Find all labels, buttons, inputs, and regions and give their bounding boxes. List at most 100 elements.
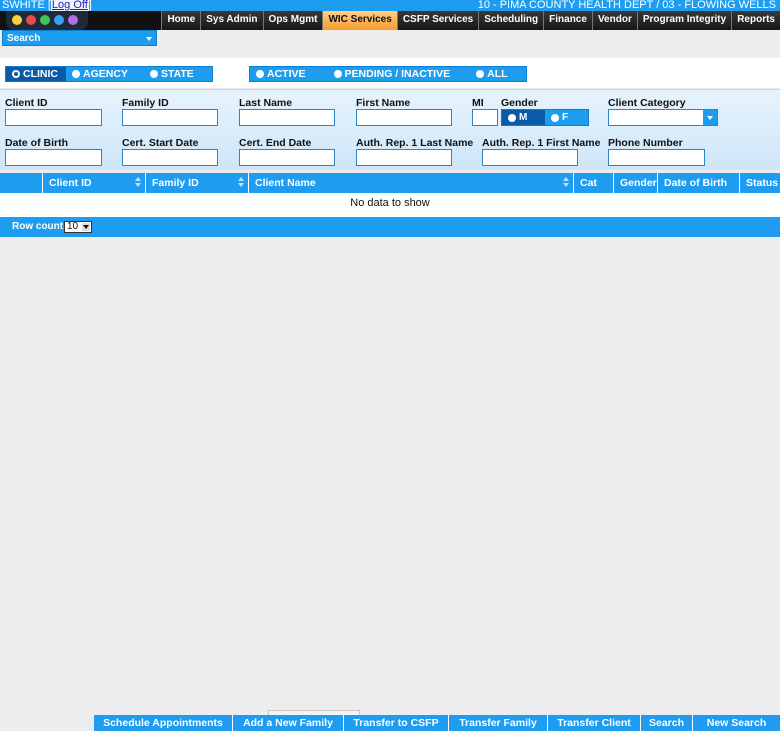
scope-clinic-radio[interactable]: CLINIC (6, 67, 66, 81)
logo-hand-icon (54, 15, 64, 25)
logo-hand-icon (40, 15, 50, 25)
mi-input[interactable] (472, 109, 498, 126)
column-client-id-label: Client ID (49, 177, 92, 189)
scope-agency-label: AGENCY (83, 68, 128, 80)
action-bar: Schedule Appointments Add a New Family T… (94, 715, 780, 731)
transfer-to-csfp-button[interactable]: Transfer to CSFP (344, 715, 449, 731)
nav-tab-csfp-services[interactable]: CSFP Services (396, 11, 479, 30)
mi-label: MI (472, 97, 484, 109)
logo-hand-icon (68, 15, 78, 25)
status-pending-radio[interactable]: PENDING / INACTIVE (328, 67, 471, 81)
radio-icon (508, 113, 516, 122)
row-count-label: Row count: (12, 221, 67, 232)
dob-input[interactable] (5, 149, 102, 166)
radio-icon (551, 113, 559, 122)
grid-header: Client ID Family ID Client Name Cat Gend… (0, 173, 780, 193)
sort-icon (135, 177, 141, 189)
first-name-input[interactable] (356, 109, 452, 126)
family-id-input[interactable] (122, 109, 218, 126)
column-status-label: Status (746, 177, 779, 189)
app-logo (6, 11, 88, 30)
scope-clinic-label: CLINIC (23, 68, 58, 80)
scope-agency-radio[interactable]: AGENCY (66, 67, 144, 81)
first-name-label: First Name (356, 97, 411, 109)
radio-icon (72, 70, 80, 78)
results-grid: Client ID Family ID Client Name Cat Gend… (0, 173, 780, 237)
nav-tab-ops-mgmt[interactable]: Ops Mgmt (262, 11, 323, 30)
scope-state-radio[interactable]: STATE (144, 67, 212, 81)
grid-select-column (0, 173, 42, 193)
column-cat[interactable]: Cat (573, 173, 613, 193)
column-dob-label: Date of Birth (664, 177, 727, 189)
scope-radio-group: CLINIC AGENCY STATE (5, 66, 213, 82)
add-new-family-button[interactable]: Add a New Family (233, 715, 344, 731)
cert-start-label: Cert. Start Date (122, 137, 199, 149)
username: SWHITE (2, 0, 45, 11)
client-id-label: Client ID (5, 97, 48, 109)
nav-tab-reports[interactable]: Reports (731, 11, 780, 30)
transfer-family-button[interactable]: Transfer Family (449, 715, 548, 731)
column-status[interactable]: Status (739, 173, 780, 193)
scope-status-row: CLINIC AGENCY STATE ACTIVE PENDING / INA… (0, 58, 780, 88)
column-client-id[interactable]: Client ID (42, 173, 145, 193)
radio-icon (12, 70, 20, 78)
search-menu-label: Search (7, 33, 41, 44)
top-status-bar: SWHITE [Log Off] 10 - PIMA COUNTY HEALTH… (0, 0, 780, 11)
gender-m-radio[interactable]: M (502, 110, 545, 125)
phone-label: Phone Number (608, 137, 683, 149)
radio-icon (149, 70, 158, 78)
status-active-radio[interactable]: ACTIVE (250, 67, 328, 81)
phone-input[interactable] (608, 149, 705, 166)
nav-tab-program-integrity[interactable]: Program Integrity (636, 11, 732, 30)
cert-start-input[interactable] (122, 149, 218, 166)
nav-tab-sys-admin[interactable]: Sys Admin (200, 11, 263, 30)
auth-rep-last-input[interactable] (356, 149, 452, 166)
cert-end-label: Cert. End Date (239, 137, 312, 149)
column-gender[interactable]: Gender (613, 173, 657, 193)
status-all-radio[interactable]: ALL (470, 67, 525, 81)
last-name-input[interactable] (239, 109, 335, 126)
empty-message: No data to show (350, 197, 430, 209)
gender-f-radio[interactable]: F (545, 110, 588, 125)
nav-tab-vendor[interactable]: Vendor (591, 11, 637, 30)
status-all-label: ALL (487, 68, 508, 80)
column-dob[interactable]: Date of Birth (657, 173, 739, 193)
client-id-input[interactable] (5, 109, 102, 126)
last-name-label: Last Name (239, 97, 293, 109)
chevron-down-icon (703, 110, 717, 125)
nav-tab-finance[interactable]: Finance (543, 11, 592, 30)
nav-tab-home[interactable]: Home (161, 11, 201, 30)
search-menu-dropdown[interactable]: Search (2, 30, 157, 46)
column-client-name[interactable]: Client Name (248, 173, 573, 193)
column-gender-label: Gender (620, 177, 657, 189)
gender-m-label: M (519, 112, 528, 123)
nav-tab-wic-services[interactable]: WIC Services (322, 11, 397, 30)
search-button[interactable]: Search (641, 715, 693, 731)
logo-hand-icon (26, 15, 36, 25)
nav-tab-scheduling[interactable]: Scheduling (478, 11, 544, 30)
schedule-appointments-button[interactable]: Schedule Appointments (94, 715, 233, 731)
radio-icon (333, 70, 342, 78)
gender-radio-group: M F (501, 109, 589, 126)
cert-end-input[interactable] (239, 149, 335, 166)
scope-state-label: STATE (160, 68, 194, 80)
chevron-down-icon (82, 223, 90, 231)
status-radio-group: ACTIVE PENDING / INACTIVE ALL (249, 66, 527, 82)
column-family-id-label: Family ID (152, 177, 199, 189)
radio-icon (256, 70, 264, 78)
logoff-link[interactable]: Log Off (50, 0, 89, 11)
client-category-label: Client Category (608, 97, 686, 109)
row-count-value: 10 (67, 221, 79, 232)
gender-label: Gender (501, 97, 538, 109)
logo-hand-icon (12, 15, 22, 25)
client-category-select[interactable] (608, 109, 718, 126)
sort-icon (238, 177, 244, 189)
row-count-select[interactable]: 10 (64, 221, 92, 233)
auth-rep-first-input[interactable] (482, 149, 578, 166)
gender-f-label: F (562, 112, 569, 123)
column-family-id[interactable]: Family ID (145, 173, 248, 193)
transfer-client-button[interactable]: Transfer Client (548, 715, 641, 731)
status-active-label: ACTIVE (267, 68, 306, 80)
user-info: SWHITE [Log Off] (2, 0, 92, 11)
new-search-button[interactable]: New Search (693, 715, 780, 731)
